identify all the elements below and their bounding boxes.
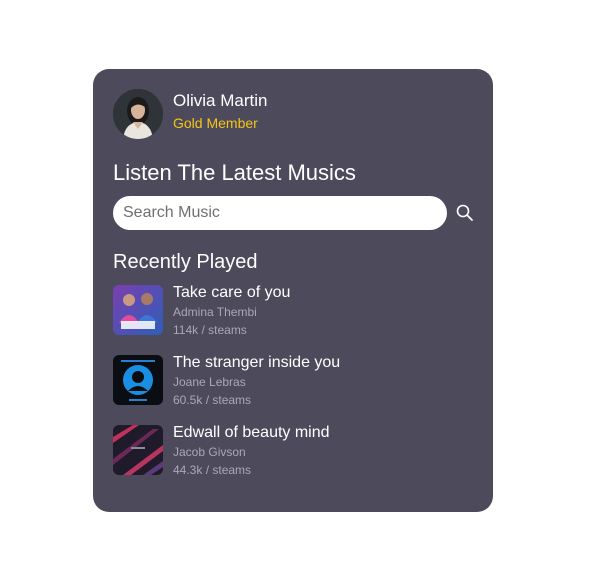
album-cover-duo-icon [113,285,163,335]
album-cover-silhouette-icon [113,355,163,405]
user-avatar-icon [113,89,163,139]
profile-text: Olivia Martin Gold Member [173,91,267,132]
track-title: The stranger inside you [173,354,341,371]
avatar[interactable] [113,89,163,139]
membership-badge: Gold Member [173,114,258,131]
track-title: Edwall of beauty mind [173,424,330,441]
track-item[interactable]: The stranger inside you Joane Lebras 60.… [113,353,473,407]
track-item[interactable]: Edwall of beauty mind Jacob Givson 44.3k… [113,423,473,477]
track-artist: Jacob Givson [173,445,246,459]
track-streams: 60.5k / steams [173,393,252,407]
search-input[interactable] [113,196,447,230]
search-icon[interactable] [455,203,475,223]
user-name: Olivia Martin [173,90,268,110]
search-bar [113,196,475,230]
recently-played-title: Recently Played [113,251,258,273]
track-title: Take care of you [173,284,291,301]
track-artist: Admina Thembi [173,305,257,319]
page-heading: Listen The Latest Musics [113,160,356,185]
track-artist: Joane Lebras [173,375,246,389]
track-streams: 114k / steams [173,323,247,337]
track-streams: 44.3k / steams [173,463,252,477]
music-card: Olivia Martin Gold Member Listen The Lat… [93,69,493,512]
user-profile[interactable]: Olivia Martin Gold Member [113,89,267,139]
track-item[interactable]: Take care of you Admina Thembi 114k / st… [113,283,473,337]
album-cover-abstract-icon [113,425,163,475]
